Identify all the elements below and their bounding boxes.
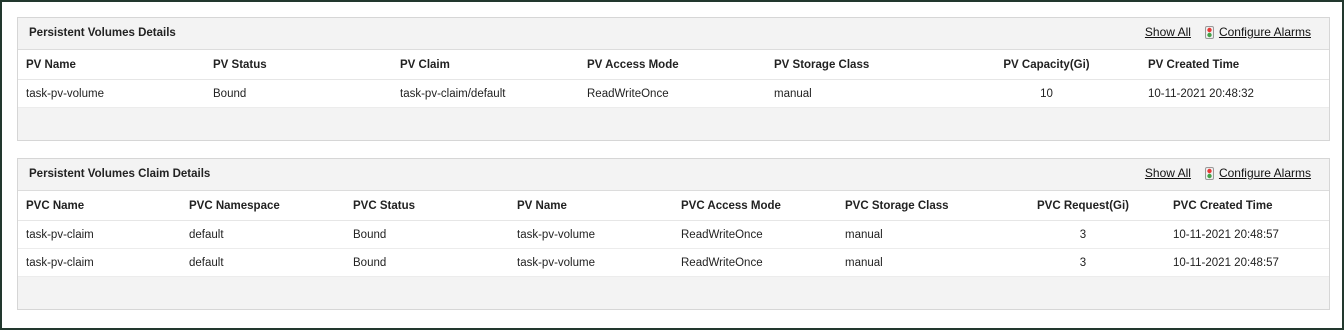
pv-panel-actions: Show All Configure Alarms [1145, 25, 1311, 39]
pv-claim-cell: task-pv-claim/default [392, 79, 579, 108]
pv-storage-class-cell: manual [766, 79, 953, 108]
pvc-panel-header: Persistent Volumes Claim Details Show Al… [18, 159, 1329, 191]
pvc-namespace-cell: default [181, 248, 345, 277]
pvc-pv-name-cell: task-pv-volume [509, 220, 673, 249]
pvc-storage-class-cell: manual [837, 220, 1001, 249]
pvc-table-header-row: PVC Name PVC Namespace PVC Status PV Nam… [18, 191, 1329, 221]
pv-name-cell: task-pv-volume [18, 79, 205, 108]
pvc-col-request[interactable]: PVC Request(Gi) [1001, 191, 1165, 221]
pv-status-cell: Bound [205, 79, 392, 108]
pv-table-header-row: PV Name PV Status PV Claim PV Access Mod… [18, 50, 1329, 80]
table-row[interactable]: task-pv-claim default Bound task-pv-volu… [18, 248, 1329, 277]
pvc-col-status[interactable]: PVC Status [345, 191, 509, 221]
pv-created-time-cell: 10-11-2021 20:48:32 [1140, 79, 1329, 108]
pvc-name-cell: task-pv-claim [18, 248, 181, 277]
pvc-created-time-cell: 10-11-2021 20:48:57 [1165, 248, 1329, 277]
pvc-status-cell: Bound [345, 220, 509, 249]
pvc-col-created-time[interactable]: PVC Created Time [1165, 191, 1329, 221]
pv-col-name[interactable]: PV Name [18, 50, 205, 80]
pv-col-access-mode[interactable]: PV Access Mode [579, 50, 766, 80]
table-row[interactable]: task-pv-volume Bound task-pv-claim/defau… [18, 79, 1329, 108]
pvc-request-cell: 3 [1001, 220, 1165, 249]
pvc-status-cell: Bound [345, 248, 509, 277]
traffic-light-icon [1204, 25, 1214, 39]
pv-panel-header: Persistent Volumes Details Show All Conf… [18, 18, 1329, 50]
pvc-configure-alarms-link[interactable]: Configure Alarms [1219, 166, 1311, 180]
pv-col-created-time[interactable]: PV Created Time [1140, 50, 1329, 80]
pvc-col-storage-class[interactable]: PVC Storage Class [837, 191, 1001, 221]
pvc-col-access-mode[interactable]: PVC Access Mode [673, 191, 837, 221]
pvc-pv-name-cell: task-pv-volume [509, 248, 673, 277]
pvc-access-mode-cell: ReadWriteOnce [673, 220, 837, 249]
pvc-access-mode-cell: ReadWriteOnce [673, 248, 837, 277]
pvc-panel-title: Persistent Volumes Claim Details [29, 168, 211, 180]
pv-panel-title: Persistent Volumes Details [29, 27, 176, 39]
pvc-request-cell: 3 [1001, 248, 1165, 277]
pv-col-claim[interactable]: PV Claim [392, 50, 579, 80]
pv-col-status[interactable]: PV Status [205, 50, 392, 80]
window-frame: Persistent Volumes Details Show All Conf… [0, 0, 1344, 330]
pv-access-mode-cell: ReadWriteOnce [579, 79, 766, 108]
pvc-col-namespace[interactable]: PVC Namespace [181, 191, 345, 221]
pvc-show-all-link[interactable]: Show All [1145, 166, 1191, 180]
pv-details-panel: Persistent Volumes Details Show All Conf… [17, 17, 1330, 141]
pvc-panel-footer [18, 277, 1329, 309]
pv-col-storage-class[interactable]: PV Storage Class [766, 50, 953, 80]
pvc-created-time-cell: 10-11-2021 20:48:57 [1165, 220, 1329, 249]
pv-capacity-cell: 10 [953, 79, 1140, 108]
traffic-light-icon [1204, 166, 1214, 180]
pv-col-capacity[interactable]: PV Capacity(Gi) [953, 50, 1140, 80]
pvc-details-panel: Persistent Volumes Claim Details Show Al… [17, 158, 1330, 310]
pv-show-all-link[interactable]: Show All [1145, 25, 1191, 39]
pvc-namespace-cell: default [181, 220, 345, 249]
pvc-col-pv-name[interactable]: PV Name [509, 191, 673, 221]
pv-panel-footer [18, 108, 1329, 140]
pv-configure-alarms-link[interactable]: Configure Alarms [1219, 25, 1311, 39]
pvc-col-name[interactable]: PVC Name [18, 191, 181, 221]
pvc-name-cell: task-pv-claim [18, 220, 181, 249]
pvc-panel-actions: Show All Configure Alarms [1145, 166, 1311, 180]
pvc-table: PVC Name PVC Namespace PVC Status PV Nam… [18, 191, 1329, 277]
pvc-storage-class-cell: manual [837, 248, 1001, 277]
pv-table: PV Name PV Status PV Claim PV Access Mod… [18, 50, 1329, 108]
table-row[interactable]: task-pv-claim default Bound task-pv-volu… [18, 220, 1329, 249]
